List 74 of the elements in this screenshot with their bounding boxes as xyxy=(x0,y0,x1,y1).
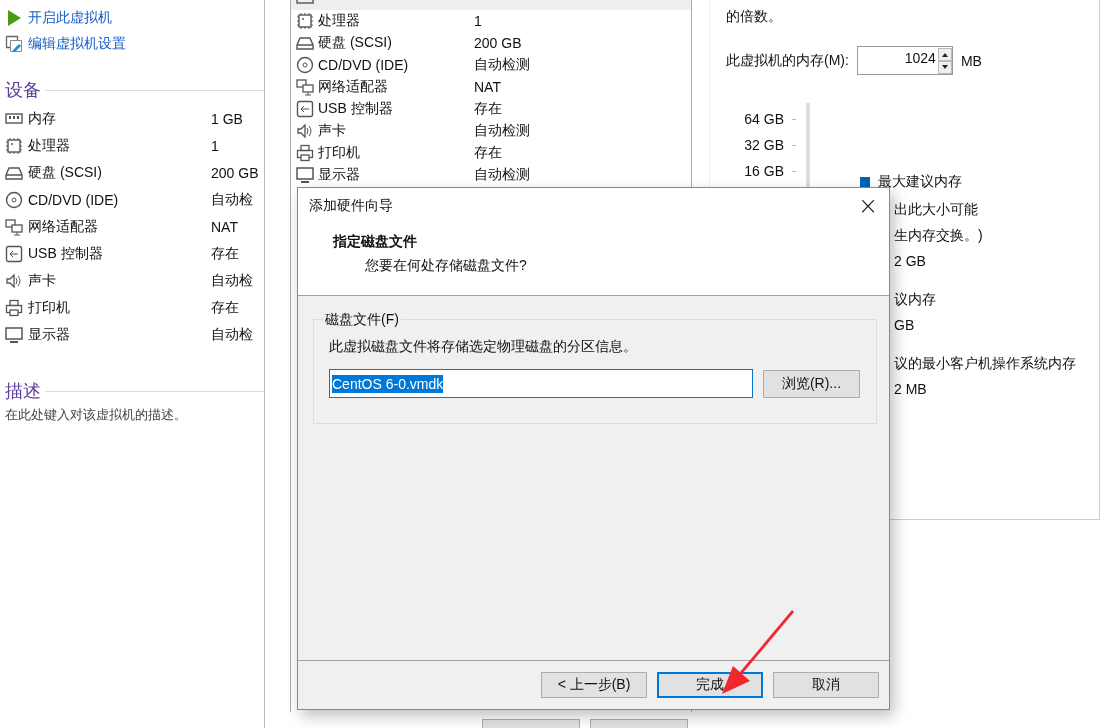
chip-icon xyxy=(296,12,314,30)
printer-icon xyxy=(296,144,314,162)
network-icon xyxy=(5,217,23,236)
memory-hint: 的倍数。 xyxy=(726,8,783,26)
speaker-icon xyxy=(5,271,23,290)
description-hint[interactable]: 在此处键入对该虚拟机的描述。 xyxy=(5,406,264,424)
memory-note: 议内存 xyxy=(894,290,937,308)
device-row[interactable]: USB 控制器 存在 xyxy=(291,98,691,120)
section-heading: 描述 xyxy=(5,380,41,403)
step-heading: 指定磁盘文件 xyxy=(333,233,418,251)
memory-spinbox[interactable]: 1024 xyxy=(856,46,953,75)
device-row[interactable]: 硬盘 (SCSI) 200 GB xyxy=(291,32,691,54)
device-row[interactable]: 声卡 自动检测 xyxy=(291,120,691,142)
memory-label: 此虚拟机的内存(M): xyxy=(726,51,849,70)
file-input-field[interactable]: CentOS 6-0.vmdk xyxy=(329,369,753,398)
device-row[interactable]: 网络适配器 NAT xyxy=(291,76,691,98)
device-name[interactable]: CD/DVD (IDE) xyxy=(28,191,211,208)
dialog-title: 添加硬件向导 xyxy=(309,197,393,215)
speaker-icon xyxy=(296,122,314,140)
memory-note: GB xyxy=(894,316,916,334)
chip-icon xyxy=(5,136,23,155)
device-name[interactable]: 显示器 xyxy=(28,325,211,344)
device-row[interactable]: 处理器 1 xyxy=(291,10,691,32)
scale-label: 32 GB xyxy=(744,137,784,153)
device-row[interactable]: 打印机 存在 xyxy=(291,142,691,164)
device-row[interactable]: CD/DVD (IDE) 自动检测 xyxy=(291,54,691,76)
monitor-icon xyxy=(296,166,314,184)
device-value: 自动检 xyxy=(211,325,253,344)
device-name[interactable]: 网络适配器 xyxy=(28,217,211,236)
device-row[interactable]: 显示器 自动检测 xyxy=(291,164,691,186)
device-name[interactable]: 声卡 xyxy=(28,271,211,290)
device-value: 1 GB xyxy=(211,110,243,127)
disc-icon xyxy=(5,190,23,209)
scale-label: 16 GB xyxy=(744,163,784,179)
wizard-button[interactable]: 取消 xyxy=(773,672,879,698)
drive-icon xyxy=(296,34,314,52)
memory-note: 出此大小可能 xyxy=(894,200,979,218)
memory-note: 议的最小客户机操作系统内存 xyxy=(894,354,1076,372)
monitor-icon xyxy=(5,325,23,344)
device-value: 存在 xyxy=(211,298,239,317)
scale-label: 64 GB xyxy=(744,111,784,127)
device-value: 存在 xyxy=(211,244,239,263)
memory-note: 2 GB xyxy=(894,252,927,270)
device-name[interactable]: USB 控制器 xyxy=(28,244,211,263)
memory-note: 2 MB xyxy=(894,380,928,398)
device-name[interactable]: 硬盘 (SCSI) xyxy=(28,163,211,182)
memory-note: 生内存交换。) xyxy=(894,226,984,244)
usb-icon xyxy=(296,100,314,118)
device-value: 自动检 xyxy=(211,271,253,290)
group-label: 磁盘文件(F) xyxy=(323,311,401,329)
action-link[interactable]: 编辑虚拟机设置 xyxy=(28,35,126,53)
legend-label: 最大建议内存 xyxy=(878,173,962,191)
printer-icon xyxy=(5,298,23,317)
step-subheading: 您要在何处存储磁盘文件? xyxy=(365,257,528,275)
close-button[interactable]: × xyxy=(847,192,889,220)
device-name[interactable]: 处理器 xyxy=(28,136,211,155)
wizard-button[interactable]: < 上一步(B) xyxy=(541,672,647,698)
device-value: NAT xyxy=(211,218,238,235)
section-heading: 设备 xyxy=(5,79,41,102)
action-link[interactable]: 开启此虚拟机 xyxy=(28,9,112,27)
memory-unit: MB xyxy=(960,52,982,69)
device-name[interactable]: 内存 xyxy=(28,109,211,128)
device-value: 1 xyxy=(211,137,219,154)
spin-arrows-icon[interactable] xyxy=(937,47,952,74)
network-icon xyxy=(296,78,314,96)
device-value: 200 GB xyxy=(211,164,259,181)
usb-icon xyxy=(5,244,23,263)
device-value: 自动检 xyxy=(211,190,253,209)
edit-settings-icon xyxy=(5,35,23,53)
browse-button[interactable]: 浏览(R)... xyxy=(763,369,860,398)
device-name[interactable]: 打印机 xyxy=(28,298,211,317)
disc-icon xyxy=(296,56,314,74)
group-description: 此虚拟磁盘文件将存储选定物理磁盘的分区信息。 xyxy=(329,338,638,356)
play-icon xyxy=(5,9,23,27)
